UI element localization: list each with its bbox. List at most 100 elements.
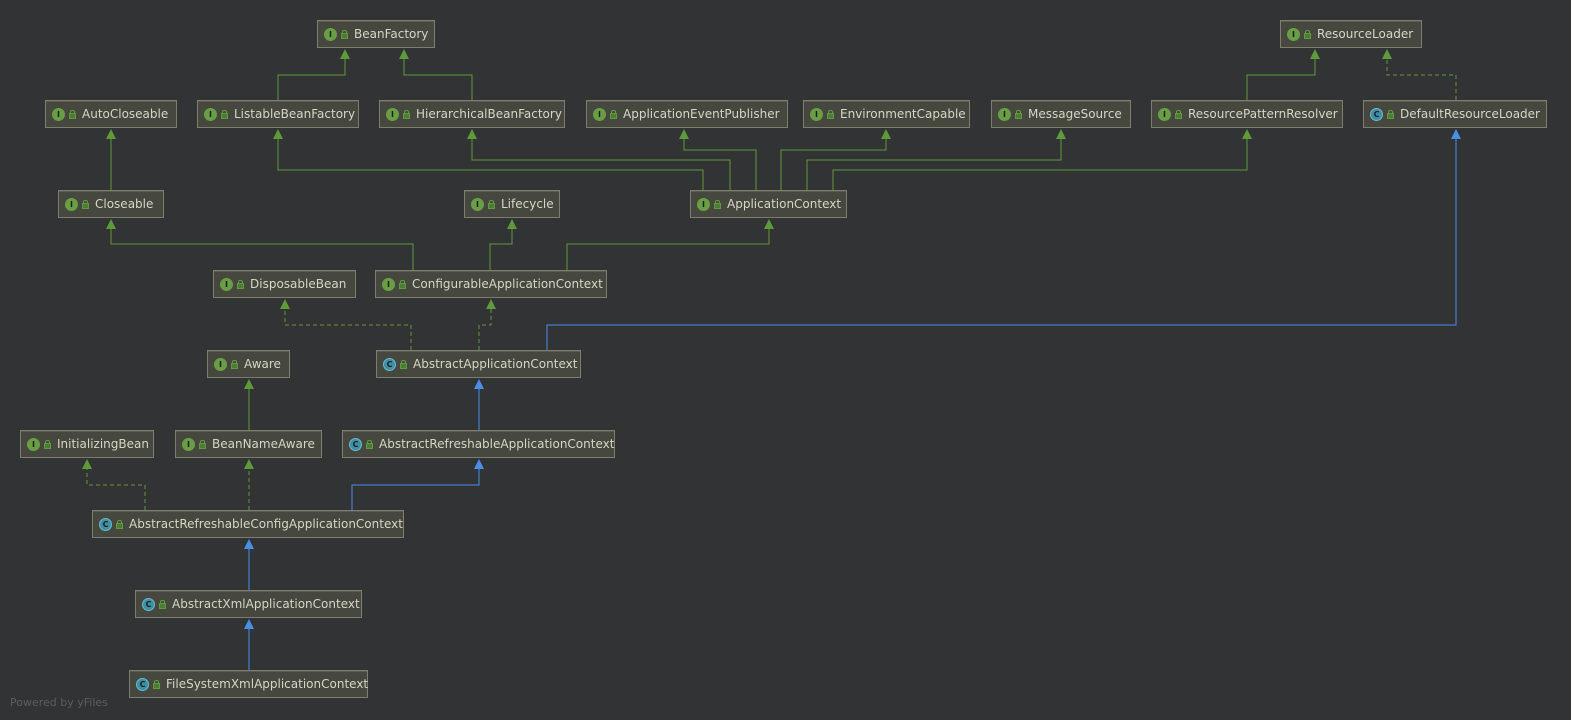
arrowhead bbox=[1056, 129, 1066, 139]
class-icon: C bbox=[142, 597, 155, 611]
public-lock-icon bbox=[488, 200, 495, 209]
node-label: Lifecycle bbox=[501, 197, 554, 211]
interface-icon: I bbox=[1287, 27, 1300, 41]
node-label: AbstractApplicationContext bbox=[413, 357, 578, 371]
node-closeable[interactable]: I Closeable bbox=[58, 190, 164, 218]
node-label: Closeable bbox=[95, 197, 154, 211]
arrowhead bbox=[273, 129, 283, 139]
public-lock-icon bbox=[610, 110, 617, 119]
edge-extends bbox=[277, 49, 350, 100]
public-lock-icon bbox=[1175, 110, 1182, 119]
node-bean-name-aware[interactable]: I BeanNameAware bbox=[175, 430, 322, 458]
node-resource-pattern-resolver[interactable]: I ResourcePatternResolver bbox=[1151, 100, 1343, 128]
node-auto-closeable[interactable]: I AutoCloseable bbox=[45, 100, 177, 128]
arrowhead bbox=[1382, 49, 1392, 59]
node-application-event-publisher[interactable]: I ApplicationEventPublisher bbox=[586, 100, 788, 128]
arrowhead bbox=[764, 219, 774, 229]
interface-icon: I bbox=[27, 437, 40, 451]
arrowhead bbox=[474, 459, 484, 469]
node-abstract-refreshable-application-context[interactable]: C AbstractRefreshableApplicationContext bbox=[342, 430, 615, 458]
public-lock-icon bbox=[714, 200, 721, 209]
node-label: HierarchicalBeanFactory bbox=[416, 107, 562, 121]
node-label: AbstractRefreshableConfigApplicationCont… bbox=[129, 517, 403, 531]
node-message-source[interactable]: I MessageSource bbox=[991, 100, 1131, 128]
node-initializing-bean[interactable]: I InitializingBean bbox=[20, 430, 154, 458]
public-lock-icon bbox=[399, 280, 406, 289]
edge-extends bbox=[467, 129, 731, 190]
arrowhead bbox=[340, 49, 350, 59]
interface-icon: I bbox=[1158, 107, 1171, 121]
arrowhead bbox=[244, 379, 254, 389]
node-label: ResourcePatternResolver bbox=[1188, 107, 1338, 121]
public-lock-icon bbox=[116, 520, 123, 529]
public-lock-icon bbox=[82, 200, 89, 209]
node-label: BeanNameAware bbox=[212, 437, 315, 451]
edge-implements bbox=[1382, 49, 1457, 100]
class-icon: C bbox=[136, 677, 149, 691]
interface-icon: I bbox=[386, 107, 399, 121]
node-label: ListableBeanFactory bbox=[234, 107, 356, 121]
edge-implements bbox=[82, 459, 146, 510]
edge-extends bbox=[1246, 49, 1320, 100]
node-listable-bean-factory[interactable]: I ListableBeanFactory bbox=[197, 100, 359, 128]
interface-icon: I bbox=[214, 357, 227, 371]
node-lifecycle[interactable]: I Lifecycle bbox=[464, 190, 560, 218]
node-application-context[interactable]: I ApplicationContext bbox=[690, 190, 847, 218]
interface-icon: I bbox=[52, 107, 65, 121]
node-label: EnvironmentCapable bbox=[840, 107, 966, 121]
edge-class-extends bbox=[244, 619, 254, 670]
arrowhead bbox=[82, 459, 92, 469]
interface-icon: I bbox=[65, 197, 78, 211]
node-configurable-application-context[interactable]: I ConfigurableApplicationContext bbox=[375, 270, 607, 298]
public-lock-icon bbox=[341, 30, 348, 39]
node-label: BeanFactory bbox=[354, 27, 429, 41]
node-default-resource-loader[interactable]: C DefaultResourceLoader bbox=[1363, 100, 1547, 128]
node-abstract-application-context[interactable]: C AbstractApplicationContext bbox=[376, 350, 581, 378]
edge-implements bbox=[244, 459, 254, 510]
node-hierarchical-bean-factory[interactable]: I HierarchicalBeanFactory bbox=[379, 100, 565, 128]
arrowhead bbox=[244, 459, 254, 469]
node-label: DisposableBean bbox=[250, 277, 347, 291]
node-label: DefaultResourceLoader bbox=[1400, 107, 1540, 121]
edge-extends bbox=[399, 49, 473, 100]
arrowhead bbox=[1310, 49, 1320, 59]
arrowhead bbox=[467, 129, 477, 139]
public-lock-icon bbox=[231, 360, 238, 369]
public-lock-icon bbox=[159, 600, 166, 609]
node-abstract-refreshable-config-application-context[interactable]: C AbstractRefreshableConfigApplicationCon… bbox=[92, 510, 404, 538]
interface-icon: I bbox=[593, 107, 606, 121]
class-icon: C bbox=[383, 357, 396, 371]
node-disposable-bean[interactable]: I DisposableBean bbox=[213, 270, 356, 298]
node-aware[interactable]: I Aware bbox=[207, 350, 290, 378]
edge-extends bbox=[106, 219, 414, 270]
arrowhead bbox=[106, 219, 116, 229]
class-icon: C bbox=[1370, 107, 1383, 121]
node-abstract-xml-application-context[interactable]: C AbstractXmlApplicationContext bbox=[135, 590, 362, 618]
arrowhead bbox=[1451, 129, 1461, 139]
arrowhead bbox=[679, 129, 689, 139]
arrowhead bbox=[244, 619, 254, 629]
arrowhead bbox=[474, 379, 484, 389]
interface-icon: I bbox=[182, 437, 195, 451]
edge-extends bbox=[244, 379, 254, 430]
arrowhead bbox=[1242, 129, 1252, 139]
node-label: ApplicationContext bbox=[727, 197, 842, 211]
arrowhead bbox=[399, 49, 409, 59]
node-environment-capable[interactable]: I EnvironmentCapable bbox=[803, 100, 970, 128]
edge-extends bbox=[806, 129, 1066, 190]
node-label: AbstractRefreshableApplicationContext bbox=[379, 437, 615, 451]
node-label: AbstractXmlApplicationContext bbox=[172, 597, 360, 611]
edge-extends bbox=[566, 219, 774, 270]
interface-icon: I bbox=[471, 197, 484, 211]
node-resource-loader[interactable]: I ResourceLoader bbox=[1280, 20, 1422, 48]
interface-icon: I bbox=[697, 197, 710, 211]
interface-icon: I bbox=[324, 27, 337, 41]
node-file-system-xml-application-context[interactable]: C FileSystemXmlApplicationContext bbox=[129, 670, 368, 698]
public-lock-icon bbox=[1304, 30, 1311, 39]
edge-class-extends bbox=[244, 539, 254, 590]
arrowhead bbox=[244, 539, 254, 549]
interface-icon: I bbox=[998, 107, 1011, 121]
node-bean-factory[interactable]: I BeanFactory bbox=[317, 20, 435, 48]
arrowhead bbox=[507, 219, 517, 229]
public-lock-icon bbox=[44, 440, 51, 449]
